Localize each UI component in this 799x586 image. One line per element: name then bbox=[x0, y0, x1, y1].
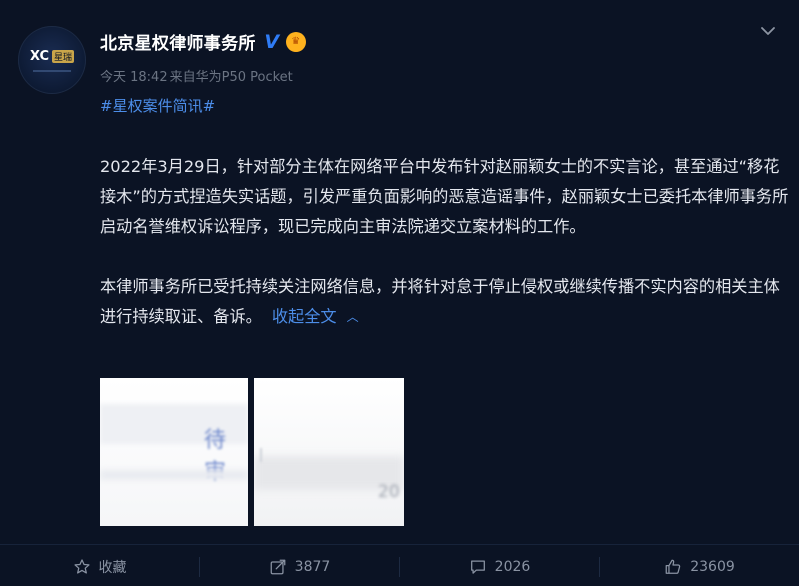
action-bar: 收藏 3877 2026 23609 bbox=[0, 548, 799, 586]
avatar-logo-tag: 星瑞 bbox=[52, 49, 75, 63]
post-content: 2022年3月29日，针对部分主体在网络平台中发布针对赵丽颖女士的不实言论，甚至… bbox=[100, 152, 790, 333]
collapse-text-button[interactable]: 收起全文 ︿ bbox=[272, 307, 359, 326]
like-button[interactable]: 23609 bbox=[600, 548, 799, 586]
blurred-line bbox=[100, 470, 248, 480]
collapse-label: 收起全文 bbox=[271, 307, 337, 326]
image-gallery: 待审 20 bbox=[100, 378, 404, 526]
post-image-2[interactable]: 20 bbox=[254, 378, 404, 526]
comment-button[interactable]: 2026 bbox=[400, 548, 599, 586]
comment-count: 2026 bbox=[494, 559, 531, 575]
star-icon bbox=[73, 559, 90, 574]
blurred-image-text: 20 bbox=[378, 482, 400, 502]
post-time: 今天 18:42 bbox=[100, 70, 168, 85]
avatar-logo-text: XC bbox=[29, 48, 50, 64]
like-count: 23609 bbox=[690, 559, 735, 575]
verified-badge-icon: V bbox=[264, 30, 280, 53]
favorite-button[interactable]: 收藏 bbox=[0, 548, 199, 586]
blurred-mark bbox=[260, 448, 262, 462]
post-image-1[interactable]: 待审 bbox=[100, 378, 248, 526]
topic-tag-link[interactable]: #星权案件简讯# bbox=[100, 95, 215, 116]
more-options-chevron-icon[interactable] bbox=[757, 20, 779, 42]
action-divider bbox=[0, 544, 799, 545]
avatar[interactable]: XC 星瑞 bbox=[18, 26, 86, 94]
repost-count: 3877 bbox=[294, 559, 331, 575]
post-source: 来自华为P50 Pocket bbox=[169, 70, 293, 85]
chevron-up-icon: ︿ bbox=[346, 310, 359, 324]
post-meta: 今天 18:42 来自华为P50 Pocket bbox=[100, 66, 293, 85]
post-paragraph-text: 本律师事务所已受托持续关注网络信息，并将针对怠于停止侵权或继续传播不实内容的相关… bbox=[100, 277, 780, 326]
repost-icon bbox=[270, 559, 286, 575]
post-paragraph: 本律师事务所已受托持续关注网络信息，并将针对怠于停止侵权或继续传播不实内容的相关… bbox=[100, 272, 790, 333]
avatar-underline bbox=[33, 69, 71, 72]
favorite-label: 收藏 bbox=[98, 560, 127, 576]
avatar-logo: XC 星瑞 bbox=[29, 48, 75, 64]
repost-button[interactable]: 3877 bbox=[200, 548, 399, 586]
author-row: 北京星权律师事务所 V ♛ bbox=[100, 29, 306, 54]
thumbs-up-icon bbox=[665, 559, 681, 574]
crown-badge-icon: ♛ bbox=[285, 31, 306, 52]
author-name[interactable]: 北京星权律师事务所 bbox=[100, 29, 256, 54]
comment-icon bbox=[470, 560, 485, 574]
post-paragraph: 2022年3月29日，针对部分主体在网络平台中发布针对赵丽颖女士的不实言论，甚至… bbox=[100, 157, 789, 236]
